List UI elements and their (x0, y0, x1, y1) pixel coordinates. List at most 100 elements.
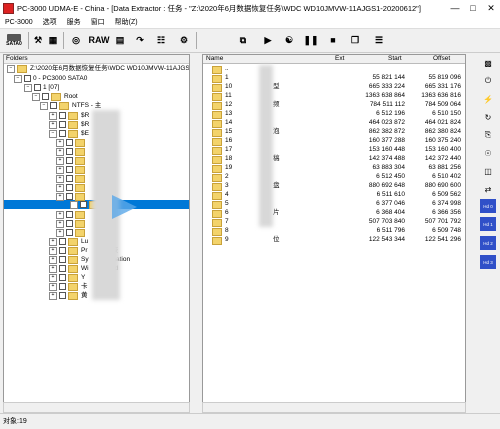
checkbox[interactable] (66, 166, 73, 173)
checkbox[interactable] (66, 184, 73, 191)
tree-item[interactable]: + (56, 210, 88, 219)
tree-item[interactable]: + $R (49, 120, 89, 129)
column-start[interactable]: Start (388, 55, 402, 63)
checkbox[interactable] (80, 201, 87, 208)
expand-icon[interactable]: + (49, 246, 57, 255)
table-row[interactable]: 4 6 511 610 6 509 562 (203, 190, 465, 200)
disk-image-icon[interactable]: ▤ (113, 32, 127, 48)
pause-icon[interactable]: ❚❚ (303, 32, 318, 48)
network-icon[interactable]: ⚙ (177, 32, 191, 48)
menu-options[interactable]: 选项 (38, 17, 62, 27)
expand-icon[interactable]: + (56, 138, 64, 147)
refresh-icon[interactable]: ↻ (480, 110, 496, 124)
stop-icon[interactable]: ■ (327, 32, 339, 48)
minimize-icon[interactable]: — (446, 0, 464, 16)
grid-icon[interactable]: ▦ (47, 32, 59, 48)
expand-icon[interactable]: + (56, 174, 64, 183)
tree-item[interactable]: + (56, 138, 88, 147)
table-row[interactable]: 2 6 512 450 6 510 402 (203, 172, 465, 182)
binoculars-icon[interactable]: ◎ (70, 32, 82, 48)
expand-icon[interactable]: + (49, 282, 57, 291)
checkbox[interactable] (66, 220, 73, 227)
column-offset[interactable]: Offset (433, 55, 450, 63)
table-row[interactable]: 12 频 784 511 112 784 509 064 (203, 100, 465, 110)
table-row[interactable]: 11 1363 638 864 1363 636 816 (203, 91, 465, 101)
checkbox[interactable] (59, 247, 66, 254)
collapse-icon[interactable]: − (24, 83, 32, 92)
column-name[interactable]: Name (206, 55, 223, 63)
close-icon[interactable]: ✕ (482, 0, 500, 16)
table-row[interactable]: 7 507 703 840 507 701 792 (203, 217, 465, 227)
checkbox[interactable] (59, 292, 66, 299)
checkbox[interactable] (59, 121, 66, 128)
checkbox[interactable] (42, 93, 49, 100)
menu-window[interactable]: 窗口 (86, 17, 110, 27)
collapse-icon[interactable]: − (7, 64, 15, 73)
table-row[interactable]: 14 464 023 872 464 021 824 (203, 118, 465, 128)
checkbox[interactable] (59, 256, 66, 263)
tree-item-device[interactable]: − 0 - PC3000 SATA0 (14, 74, 87, 83)
tasks-icon[interactable]: ☷ (154, 32, 168, 48)
table-row[interactable]: 6 片 6 368 404 6 366 356 (203, 208, 465, 218)
checkbox[interactable] (66, 175, 73, 182)
menu-help[interactable]: 帮助(Z) (110, 17, 143, 27)
expand-icon[interactable]: + (49, 111, 57, 120)
table-row[interactable]: 9 位 122 543 344 122 541 296 (203, 235, 465, 245)
collapse-icon[interactable]: − (49, 129, 57, 138)
table-row[interactable]: .. (203, 64, 465, 74)
floppy-icon[interactable]: ▩ (480, 56, 496, 70)
export-icon[interactable]: ↷ (133, 32, 147, 48)
menu-pc3000[interactable]: PC-3000 (0, 19, 38, 26)
tree-item-partition[interactable]: − 1 [07] (24, 83, 59, 92)
column-ext[interactable]: Ext (335, 55, 344, 63)
checkbox[interactable] (66, 211, 73, 218)
bars-icon[interactable]: ☰ (372, 32, 386, 48)
tree-item[interactable]: + (56, 228, 88, 237)
chip-icon[interactable]: ◫ (480, 164, 496, 178)
table-row[interactable]: 5 6 377 046 6 374 998 (203, 199, 465, 209)
table-row[interactable]: 3 盘 880 692 648 880 690 600 (203, 181, 465, 191)
hd2-button[interactable]: Hd 2 (480, 236, 496, 250)
expand-icon[interactable]: + (49, 273, 57, 282)
play-icon[interactable]: ▶ (262, 32, 274, 48)
menu-service[interactable]: 服务 (62, 17, 86, 27)
tree-item[interactable]: + (56, 183, 88, 192)
collapse-icon[interactable]: − (32, 92, 40, 101)
checkbox[interactable] (66, 139, 73, 146)
checkbox[interactable] (59, 238, 66, 245)
table-row[interactable]: 13 6 512 196 6 510 150 (203, 109, 465, 119)
raw-button[interactable]: RAW (88, 32, 110, 48)
table-row[interactable]: 19 63 883 304 63 881 256 (203, 163, 465, 173)
hd3-button[interactable]: Hd 3 (480, 255, 496, 269)
checkbox[interactable] (34, 84, 41, 91)
table-row[interactable]: 18 稿 142 374 488 142 372 440 (203, 154, 465, 164)
collapse-icon[interactable]: − (40, 101, 48, 110)
left-horizontal-scrollbar[interactable] (3, 402, 190, 413)
tree-item[interactable]: + Y (49, 273, 85, 282)
checkbox[interactable] (59, 274, 66, 281)
expand-icon[interactable]: + (56, 147, 64, 156)
tree-item[interactable]: + (56, 156, 88, 165)
tree-item[interactable]: + 黄 (49, 291, 88, 300)
table-row[interactable]: 10 型 665 333 224 665 331 176 (203, 82, 465, 92)
right-horizontal-scrollbar[interactable] (202, 402, 466, 413)
table-row[interactable]: 1 55 821 144 55 819 096 (203, 73, 465, 83)
expand-icon[interactable]: + (70, 200, 78, 209)
table-row[interactable]: 16 160 377 288 160 375 240 (203, 136, 465, 146)
expand-icon[interactable]: + (49, 255, 57, 264)
tree-item[interactable]: + $R (49, 111, 89, 120)
expand-icon[interactable]: + (56, 192, 64, 201)
checkbox[interactable] (59, 112, 66, 119)
tree-item[interactable]: + Lu (49, 237, 88, 246)
hd0-button[interactable]: Hd 0 (480, 199, 496, 213)
hd1-button[interactable]: Hd 1 (480, 217, 496, 231)
checkbox[interactable] (59, 130, 66, 137)
expand-icon[interactable]: + (56, 210, 64, 219)
tree-item[interactable]: + 卡 (49, 282, 88, 291)
expand-icon[interactable]: + (49, 120, 57, 129)
checkbox[interactable] (66, 157, 73, 164)
checkbox[interactable] (50, 102, 57, 109)
expand-icon[interactable]: + (49, 237, 57, 246)
expand-icon[interactable]: + (56, 219, 64, 228)
collapse-icon[interactable]: − (14, 74, 22, 83)
